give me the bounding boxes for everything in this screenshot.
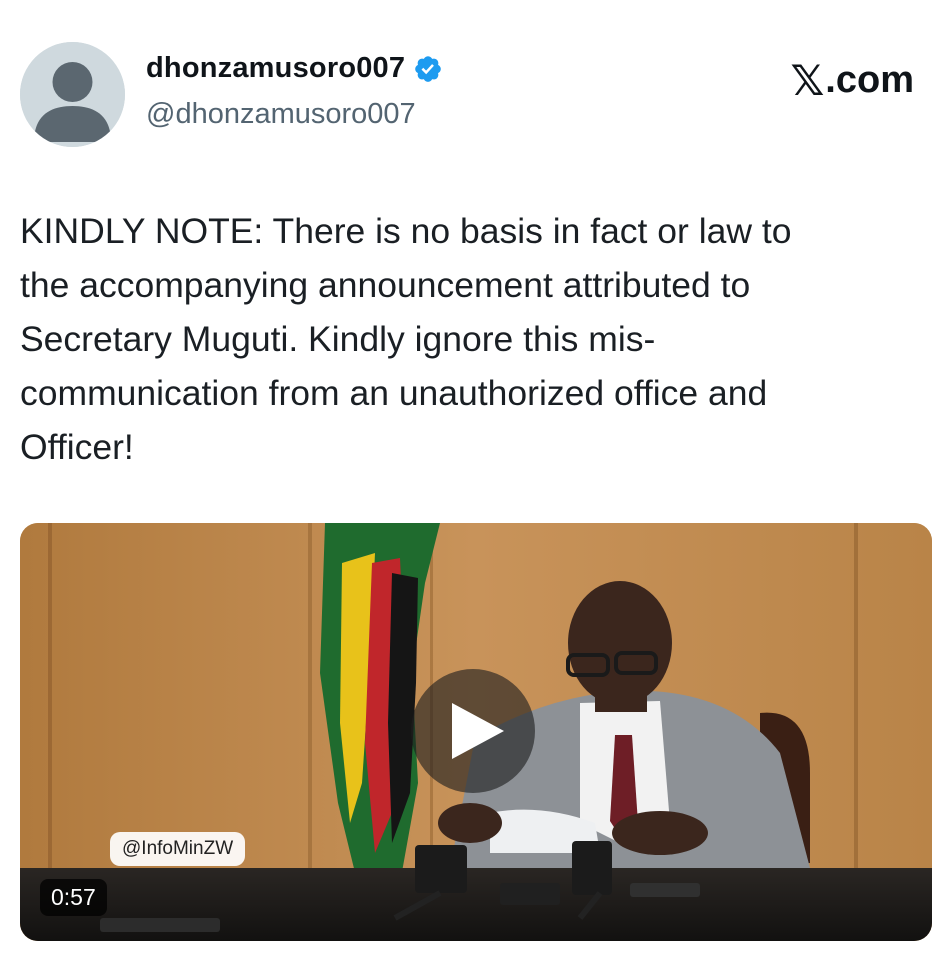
video-duration: 0:57 (40, 879, 107, 916)
play-icon (452, 703, 504, 759)
author-display-name[interactable]: dhonzamusoro007 (146, 52, 443, 85)
brand-domain: .com (825, 59, 914, 101)
default-avatar-icon (20, 42, 125, 147)
tweet-header: dhonzamusoro007 @dhonzamusoro007 𝕏 .com (0, 0, 952, 160)
tweet-body-text: KINDLY NOTE: There is no basis in fact o… (20, 211, 792, 467)
x-logo-icon: 𝕏 (790, 56, 825, 105)
avatar[interactable] (20, 42, 125, 147)
video-watermark: @InfoMinZW (110, 832, 246, 866)
display-name-text: dhonzamusoro007 (146, 52, 406, 84)
author-handle[interactable]: @dhonzamusoro007 (146, 98, 416, 131)
x-com-brand: 𝕏 .com (790, 56, 914, 105)
verified-badge-icon (415, 55, 442, 82)
play-button[interactable] (411, 669, 535, 793)
video-player[interactable]: @InfoMinZW 0:57 (20, 523, 932, 941)
